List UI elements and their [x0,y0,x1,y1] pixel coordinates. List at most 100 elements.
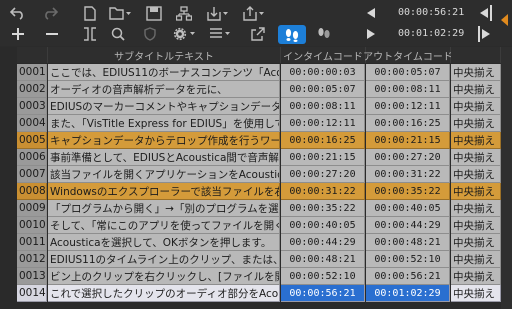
table-row[interactable]: 0003EDIUSのマーカーコメントやキャプションデータに活用00:00:08:… [0,98,512,115]
out-timecode[interactable]: 00:00:48:21 [366,234,450,251]
subtitle-text[interactable]: 該当ファイルを開くアプリケーションをAcousticaに設 [48,166,280,183]
row-number[interactable]: 0006 [17,149,47,166]
subtitle-text[interactable]: キャプションデータからテロップ作成を行うワークフロー [48,132,280,149]
alignment[interactable]: 中央揃え [451,268,501,285]
table-row[interactable]: 0009 「プログラムから開く」→「別のプログラムを選択」。 00:00:35:22… [0,200,512,217]
out-timecode[interactable]: 00:00:40:05 [366,200,450,217]
external-link-icon[interactable] [248,25,268,43]
set-in-icon[interactable] [476,3,494,23]
row-number[interactable]: 0013 [17,268,47,285]
row-number[interactable]: 0010 [17,217,47,234]
in-timecode[interactable]: 00:00:27:20 [281,166,365,183]
in-timecode[interactable]: 00:00:05:07 [281,81,365,98]
out-timecode[interactable]: 00:00:52:10 [366,251,450,268]
alignment[interactable]: 中央揃え [451,64,501,81]
footprint-icon[interactable] [278,25,306,44]
out-timecode[interactable]: 00:00:56:21 [366,268,450,285]
alignment[interactable]: 中央揃え [451,98,501,115]
in-timecode[interactable]: 00:00:12:11 [281,115,365,132]
subtitle-text[interactable]: また、「VisTitle Express for EDIUS」を使用して [48,115,280,132]
out-timecode[interactable]: 00:00:16:25 [366,115,450,132]
alignment[interactable]: 中央揃え [451,81,501,98]
subtitle-text[interactable]: これで選択したクリップのオーディオ部分をAcoustic [48,285,280,302]
remove-icon[interactable] [42,25,62,43]
table-row[interactable]: 0011 Acousticaを選択して、OKボタンを押します。 00:00:44:2… [0,234,512,251]
play-icon[interactable] [364,25,378,43]
row-number[interactable]: 0007 [17,166,47,183]
row-number[interactable]: 0005 [17,132,47,149]
alignment[interactable]: 中央揃え [451,251,501,268]
alignment[interactable]: 中央揃え [451,217,501,234]
table-row[interactable]: 0014 これで選択したクリップのオーディオ部分をAcoustic 00:00:56… [0,285,512,302]
subtitle-text[interactable]: そして、「常にこのアプリを使ってファイルを開く」にチェ [48,217,280,234]
search-icon[interactable] [108,25,128,43]
row-number[interactable]: 0014 [17,285,47,302]
subtitle-text[interactable]: ここでは、EDIUS11のボーナスコンテンツ「Acousti [48,64,280,81]
row-number[interactable]: 0004 [17,115,47,132]
import-icon[interactable] [206,4,230,22]
list-dropdown-icon[interactable] [208,25,234,43]
add-icon[interactable] [8,25,28,43]
out-timecode[interactable]: 00:00:35:22 [366,183,450,200]
out-timecode[interactable]: 00:00:05:07 [366,64,450,81]
column-header-number[interactable] [17,47,48,63]
subtitle-text[interactable]: EDIUSのマーカーコメントやキャプションデータに活用 [48,98,280,115]
table-row[interactable]: 0001 ここでは、EDIUS11のボーナスコンテンツ「Acousti 00:00:… [0,64,512,81]
column-header-text[interactable]: サブタイトルテキスト [48,47,281,63]
in-timecode[interactable]: 00:00:48:21 [281,251,365,268]
subtitle-text[interactable]: オーディオの音声解析データを元に、 [48,81,280,98]
out-timecode[interactable]: 00:00:21:15 [366,132,450,149]
alignment[interactable]: 中央揃え [451,285,501,302]
table-row[interactable]: 0010そして、「常にこのアプリを使ってファイルを開く」にチェ00:00:40:… [0,217,512,234]
table-row[interactable]: 0005キャプションデータからテロップ作成を行うワークフロー00:00:16:2… [0,132,512,149]
footprint-alt-icon[interactable] [312,25,336,43]
in-timecode[interactable]: 00:00:16:25 [281,132,365,149]
in-timecode[interactable]: 00:00:31:22 [281,183,365,200]
undo-icon[interactable] [8,4,28,22]
table-row[interactable]: 0006 事前準備として、EDIUSとAcoustica間で音声解 00:00:21… [0,149,512,166]
subtitle-text[interactable]: 「プログラムから開く」→「別のプログラムを選択」。 [48,200,280,217]
subtitle-text[interactable]: Windowsのエクスプローラーで該当ファイルを右クリッ [48,183,280,200]
in-timecode[interactable]: 00:00:52:10 [281,268,365,285]
open-folder-icon[interactable] [108,4,132,22]
row-number[interactable]: 0011 [17,234,47,251]
in-timecode[interactable]: 00:00:35:22 [281,200,365,217]
column-header-in-timecode[interactable]: インタイムコード [281,47,366,63]
subtitle-text[interactable]: Acousticaを選択して、OKボタンを押します。 [48,234,280,251]
column-header-out-timecode[interactable]: アウトタイムコード [363,47,453,63]
table-row[interactable]: 0004 また、「VisTitle Express for EDIUS」を使用して… [0,115,512,132]
in-timecode[interactable]: 00:00:00:03 [281,64,365,81]
alignment[interactable]: 中央揃え [451,234,501,251]
row-number[interactable]: 0002 [17,81,47,98]
table-row[interactable]: 0007該当ファイルを開くアプリケーションをAcousticaに設00:00:2… [0,166,512,183]
out-timecode[interactable]: 00:00:44:29 [366,217,450,234]
network-icon[interactable] [174,4,194,22]
table-row[interactable]: 0008Windowsのエクスプローラーで該当ファイルを右クリッ00:00:31… [0,183,512,200]
alignment[interactable]: 中央揃え [451,166,501,183]
table-row[interactable]: 0012 EDIUS11のタイムライン上のクリップ、または、 00:00:48:21… [0,251,512,268]
merge-icon[interactable] [80,25,100,43]
in-timecode[interactable]: 00:00:40:05 [281,217,365,234]
shield-icon[interactable] [140,25,160,43]
alignment[interactable]: 中央揃え [451,183,501,200]
row-number[interactable]: 0009 [17,200,47,217]
alignment[interactable]: 中央揃え [451,149,501,166]
row-number[interactable]: 0003 [17,98,47,115]
in-timecode[interactable]: 00:00:08:11 [281,98,365,115]
in-timecode[interactable]: 00:00:44:29 [281,234,365,251]
new-file-icon[interactable] [80,4,100,22]
row-number[interactable]: 0001 [17,64,47,81]
marker-prev-icon[interactable] [364,4,378,22]
redo-icon[interactable] [40,4,60,22]
alignment[interactable]: 中央揃え [451,200,501,217]
out-timecode[interactable]: 00:00:31:22 [366,166,450,183]
alignment[interactable]: 中央揃え [451,132,501,149]
subtitle-text[interactable]: 事前準備として、EDIUSとAcoustica間で音声解 [48,149,280,166]
row-number[interactable]: 0008 [17,183,47,200]
in-timecode[interactable]: 00:00:56:21 [281,285,365,302]
export-icon[interactable] [242,4,266,22]
table-row[interactable]: 0013ビン上のクリップを右クリックし、[ファイルを開く]を選ぶ00:00:52… [0,268,512,285]
in-timecode[interactable]: 00:00:21:15 [281,149,365,166]
out-timecode[interactable]: 00:01:02:29 [366,285,450,302]
gear-icon[interactable] [172,25,198,43]
